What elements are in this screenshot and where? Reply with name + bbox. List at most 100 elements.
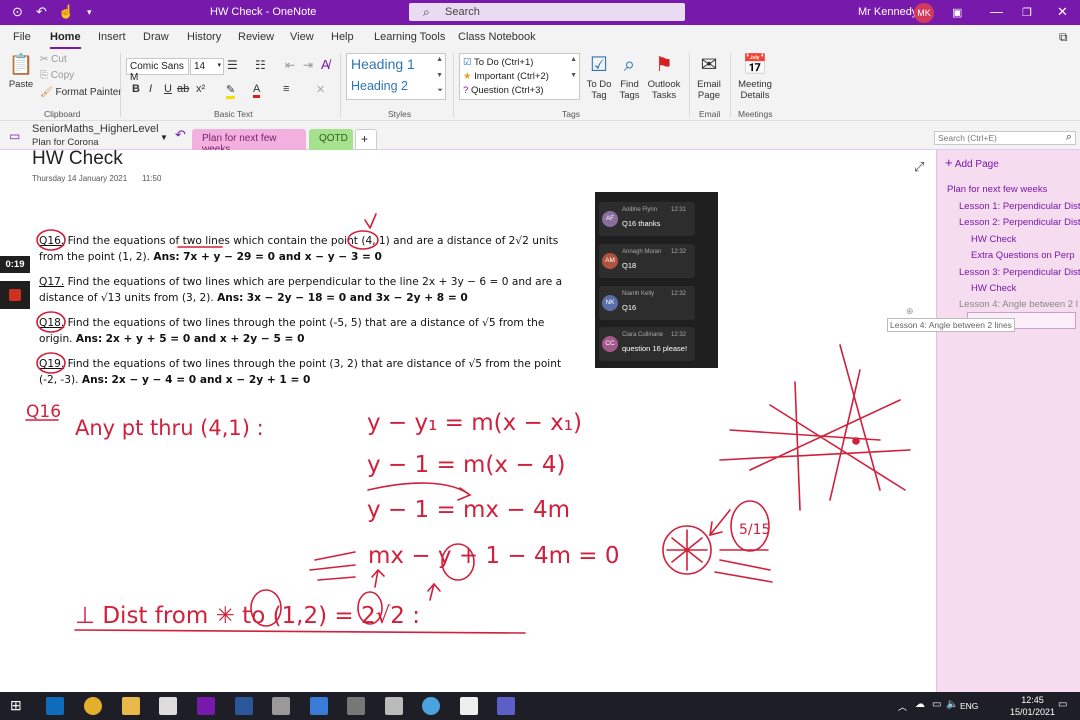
page-item[interactable]: Lesson 1: Perpendicular Dist [959,201,1080,212]
email-page-button[interactable]: ✉ Email Page [693,53,725,101]
clear-formatting-icon[interactable]: A̸ [321,57,330,72]
section-tab-qotd[interactable]: QOTD [309,129,353,150]
indent-icon[interactable]: ⇥ [303,58,313,72]
navigation-arrow-icon[interactable]: ↶ [175,127,186,143]
style-heading-1[interactable]: Heading 1 [351,56,415,72]
tab-review[interactable]: Review [238,31,274,43]
windows-start-icon[interactable]: ⊞ [10,697,22,714]
whiteboard-icon[interactable] [460,697,478,715]
calculator-icon[interactable] [347,697,365,715]
styles-gallery[interactable]: Heading 1 Heading 2 ▲ ▼ ⏷ [346,53,446,100]
tab-file[interactable]: File [13,31,31,43]
action-center-icon[interactable]: ▭ [1058,699,1067,710]
customize-toolbar-icon[interactable]: ▾ [87,7,92,18]
clock[interactable]: 12:45 15/01/2021 [1010,694,1055,718]
user-name[interactable]: Mr Kennedy [858,6,917,18]
bold-icon[interactable]: B [132,83,140,95]
tab-draw[interactable]: Draw [143,31,169,43]
tab-class-notebook[interactable]: Class Notebook [458,31,536,43]
device-icon[interactable] [385,697,403,715]
strikethrough-icon[interactable]: ab [177,83,189,95]
snipping-tool-icon[interactable] [159,697,177,715]
search-box[interactable]: ⌕ Search [409,3,685,21]
tab-insert[interactable]: Insert [98,31,126,43]
teams-icon[interactable] [497,697,515,715]
find-tags-button[interactable]: ⌕ Find Tags [617,53,642,101]
tab-view[interactable]: View [290,31,314,43]
scroll-up-icon[interactable]: ▲ [570,56,577,63]
tab-history[interactable]: History [187,31,221,43]
chevron-down-icon[interactable]: ▼ [160,133,168,142]
align-icon[interactable]: ≡ [283,83,289,95]
ink-layer[interactable]: Q16 Any pt thru (4,1) : y − y₁ = m(x − x… [0,150,936,692]
outlook-icon[interactable] [46,697,64,715]
numbering-icon[interactable]: ☷ [255,58,266,72]
chrome-icon[interactable] [84,697,102,715]
page-search-input[interactable]: Search (Ctrl+E) ⌕ [934,131,1076,145]
ribbon-display-icon[interactable]: ▣ [952,6,962,19]
touch-mode-icon[interactable]: ☝ [58,4,74,20]
share-icon[interactable]: ⧉ [1059,30,1068,45]
page-item[interactable]: Extra Questions on Perp [971,250,1075,261]
back-icon[interactable]: ⊙ [12,4,23,20]
delete-icon[interactable]: ✕ [316,83,325,96]
italic-icon[interactable]: I [149,83,152,95]
tab-home[interactable]: Home [50,31,81,49]
meeting-details-button[interactable]: 📅 Meeting Details [735,53,775,101]
browser-icon[interactable] [422,697,440,715]
tag-question[interactable]: ? Question (Ctrl+3) [463,85,544,96]
close-icon[interactable]: ✕ [1057,4,1068,20]
onenote-icon[interactable] [197,697,215,715]
cut-button[interactable]: ✂ Cut [40,54,67,65]
add-section-button[interactable]: + [355,129,377,150]
format-painter-button[interactable]: 🖌 Format Painter [40,87,122,98]
scroll-down-icon[interactable]: ▼ [436,72,443,79]
checklist-icon[interactable] [310,697,328,715]
add-page-button[interactable]: + Add Page [945,155,999,170]
tag-important[interactable]: ★ Important (Ctrl+2) [463,71,549,82]
scroll-up-icon[interactable]: ▲ [436,56,443,63]
minimize-icon[interactable]: — [990,4,1003,19]
volume-icon[interactable]: 🔈 [946,699,958,710]
language-indicator[interactable]: ENG [960,701,978,711]
notifications-chevron-icon[interactable]: ︿ [898,700,907,713]
outlook-tasks-button[interactable]: ⚑ Outlook Tasks [646,53,682,101]
file-explorer-icon[interactable] [122,697,140,715]
page-item[interactable]: HW Check [971,234,1016,245]
section-tab-plan[interactable]: Plan for next few weeks [192,129,306,155]
notebook-name[interactable]: SeniorMaths_HigherLevel [32,123,159,135]
page-item[interactable]: Lesson 3: Perpendicular Dist [959,267,1080,278]
restore-icon[interactable]: ❐ [1022,6,1032,19]
style-heading-2[interactable]: Heading 2 [351,79,408,93]
todo-tag-button[interactable]: ☑ To Do Tag [584,53,614,101]
font-size-select[interactable]: 14 ▾ [190,58,224,75]
copy-button[interactable]: ⎘ Copy [40,70,74,81]
notebook-icon[interactable]: ▭ [9,129,20,143]
expand-gallery-icon[interactable]: ⏷ [437,87,443,95]
network-icon[interactable]: ▭ [932,699,941,710]
tab-learning-tools[interactable]: Learning Tools [374,31,445,43]
subscript-icon[interactable]: x² [196,83,205,95]
scroll-down-icon[interactable]: ▼ [570,72,577,79]
tag-todo[interactable]: ☑ To Do (Ctrl+1) [463,57,533,68]
underline-icon[interactable]: U [164,83,172,95]
page-item[interactable]: Lesson 2: Perpendicular Dist [959,217,1080,228]
page-item[interactable]: HW Check [971,283,1016,294]
avatar[interactable]: MK [914,3,934,23]
pen-app-icon[interactable] [272,697,290,715]
bullets-icon[interactable]: ☰ [227,58,238,72]
tags-gallery[interactable]: ☑ To Do (Ctrl+1) ★ Important (Ctrl+2) ? … [459,53,580,100]
highlight-icon[interactable]: ✎ [226,83,236,99]
page-item[interactable]: Plan for next few weeks [947,184,1047,195]
word-icon[interactable] [235,697,253,715]
paste-button[interactable]: 📋 Paste [6,53,36,90]
tab-help[interactable]: Help [331,31,354,43]
outdent-icon[interactable]: ⇤ [285,58,295,72]
page-item[interactable]: Lesson 4: Angle between 2 l [959,299,1078,310]
font-select[interactable]: Comic Sans M [126,58,189,83]
cloud-icon[interactable]: ☁ [915,699,925,710]
insert-page-icon[interactable]: ⊕ [906,306,914,317]
font-color-icon[interactable]: A [253,83,261,98]
stop-recording-button[interactable] [0,281,30,309]
undo-icon[interactable]: ↶ [36,4,47,20]
